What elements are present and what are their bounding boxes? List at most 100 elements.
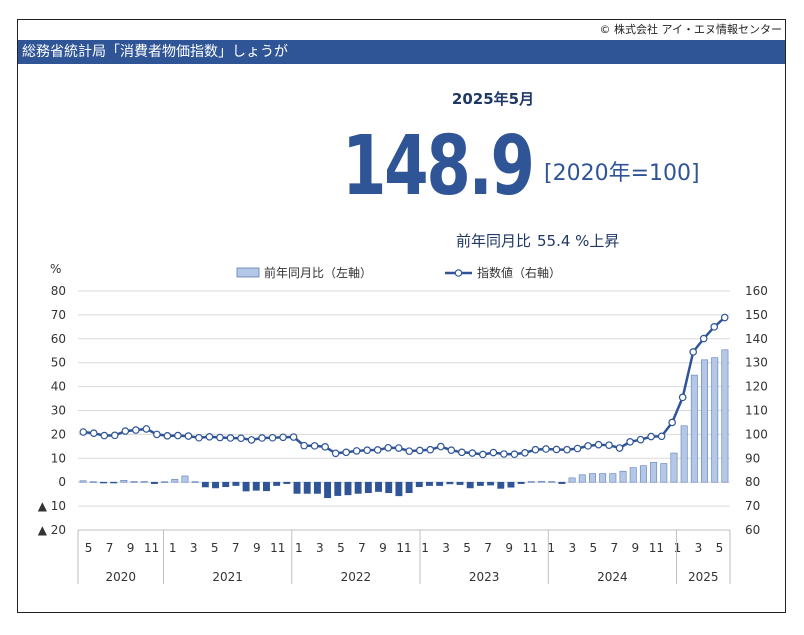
- index-point: [415, 446, 424, 455]
- x-year-label: 2020: [105, 570, 136, 584]
- index-point: [720, 313, 729, 322]
- x-year-label: 2021: [212, 570, 243, 584]
- bar-yoy: [222, 481, 230, 488]
- x-month-label: 9: [505, 541, 513, 555]
- bar-yoy: [324, 481, 332, 499]
- x-month-label: 11: [649, 541, 664, 555]
- bar-yoy: [313, 481, 321, 494]
- right-tick-label: 70: [745, 499, 760, 513]
- index-point: [489, 448, 498, 457]
- right-tick-label: 150: [745, 308, 768, 322]
- index-point: [363, 446, 371, 454]
- x-year-label: 2023: [469, 570, 500, 584]
- index-point: [289, 433, 298, 441]
- index-point: [111, 431, 119, 440]
- x-month-label: 11: [144, 541, 159, 555]
- index-point: [594, 440, 603, 449]
- index-point: [384, 443, 393, 452]
- index-point: [636, 435, 645, 444]
- bar-yoy: [273, 481, 281, 486]
- x-month-label: 7: [611, 541, 619, 555]
- left-tick-label: 60: [51, 332, 66, 346]
- bar-yoy: [375, 481, 382, 492]
- index-point: [174, 431, 182, 440]
- bar-yoy: [578, 474, 586, 483]
- bar-yoy: [497, 481, 505, 489]
- index-point: [500, 450, 508, 458]
- index-point: [552, 445, 561, 454]
- index-point: [153, 430, 161, 439]
- left-tick-label: 0: [58, 475, 66, 489]
- index-point: [458, 448, 466, 457]
- x-year-label: 2022: [341, 570, 372, 584]
- x-month-label: 7: [106, 541, 114, 555]
- index-point: [205, 432, 214, 441]
- left-axis-unit: %: [50, 262, 61, 276]
- x-month-label: 1: [421, 541, 429, 555]
- right-tick-label: 60: [745, 523, 760, 537]
- index-point: [615, 444, 624, 452]
- index-point: [163, 432, 172, 440]
- bar-yoy: [568, 477, 576, 483]
- bar-yoy: [507, 481, 515, 488]
- left-tick-label: 50: [51, 356, 66, 370]
- index-point: [100, 431, 109, 440]
- bar-yoy: [89, 481, 97, 483]
- bar-yoy: [79, 480, 87, 483]
- index-point: [468, 449, 477, 457]
- legend-line-label: 指数値（右軸）: [477, 265, 561, 280]
- index-point: [352, 447, 361, 455]
- bar-yoy: [140, 481, 148, 483]
- bar-yoy: [263, 481, 270, 492]
- index-point: [531, 445, 540, 454]
- x-month-label: 11: [270, 541, 285, 555]
- bar-yoy: [232, 481, 240, 486]
- x-month-label: 7: [232, 541, 240, 555]
- index-point: [300, 441, 308, 450]
- x-month-label: 5: [716, 541, 724, 555]
- bar-yoy: [650, 462, 658, 483]
- bar-yoy: [589, 473, 596, 483]
- legend-bar-label: 前年同月比（左軸）: [264, 265, 372, 280]
- index-point: [521, 449, 529, 457]
- bar-yoy: [212, 481, 219, 489]
- bar-yoy: [303, 481, 311, 494]
- bar-yoy: [680, 425, 688, 483]
- index-point: [121, 427, 130, 435]
- bar-yoy: [476, 481, 484, 486]
- bar-yoy: [701, 359, 708, 483]
- x-month-label: 3: [316, 541, 324, 555]
- index-point: [657, 432, 666, 441]
- index-point: [710, 323, 719, 331]
- index-point: [584, 442, 592, 450]
- index-point: [479, 450, 487, 459]
- index-point: [394, 444, 403, 452]
- index-point: [79, 428, 88, 436]
- bar-yoy: [599, 473, 607, 483]
- bar-yoy: [609, 473, 617, 483]
- right-tick-label: 130: [745, 356, 768, 370]
- left-tick-label: 80: [51, 284, 66, 298]
- index-point: [373, 446, 382, 454]
- bar-yoy: [354, 481, 362, 494]
- left-tick-label: ▲ 20: [38, 523, 66, 537]
- x-month-label: 5: [463, 541, 471, 555]
- right-tick-label: 120: [745, 380, 768, 394]
- x-month-label: 1: [169, 541, 177, 555]
- x-month-label: 3: [695, 541, 703, 555]
- bar-yoy: [252, 481, 260, 491]
- x-month-label: 3: [190, 541, 198, 555]
- bar-yoy: [436, 481, 444, 486]
- index-point: [510, 450, 519, 459]
- index-point: [699, 334, 708, 343]
- index-point: [258, 434, 266, 442]
- x-month-label: 9: [127, 541, 135, 555]
- index-point: [542, 445, 550, 453]
- index-point: [321, 443, 329, 451]
- bar-yoy: [517, 481, 525, 484]
- legend-bar-swatch: [236, 267, 260, 278]
- x-month-label: 1: [674, 541, 682, 555]
- bar-yoy: [130, 481, 138, 483]
- bar-yoy: [487, 481, 495, 486]
- legend-line-marker: [454, 269, 463, 277]
